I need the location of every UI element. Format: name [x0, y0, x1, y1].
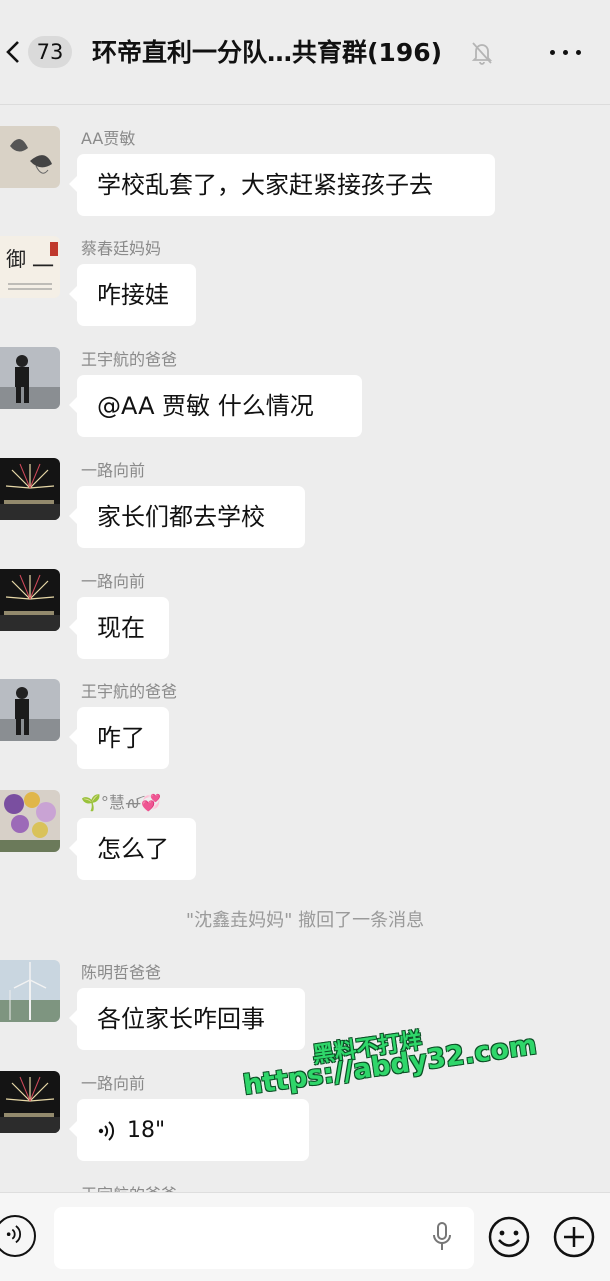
unread-count-badge[interactable]: 73 [28, 36, 72, 68]
sender-name: 蔡春廷妈妈 [81, 239, 162, 258]
recall-notice: "沈鑫垚妈妈" 撤回了一条消息 [185, 910, 425, 931]
sender-name: AA贾敏 [81, 129, 136, 148]
message-bubble[interactable]: 现在 [69, 597, 169, 659]
emoji-icon[interactable] [487, 1215, 531, 1259]
message-bubble[interactable]: 各位家长咋回事 [69, 988, 305, 1050]
sender-name: 王宇航的爸爸 [81, 682, 178, 701]
message-bubble[interactable]: @AA 贾敏 什么情况 [69, 375, 362, 437]
calligraphy-avatar[interactable]: 御一 [0, 236, 60, 298]
voice-toggle-icon[interactable] [0, 1215, 36, 1257]
add-attachment-icon[interactable] [552, 1215, 596, 1259]
input-bar [0, 1192, 610, 1281]
chat-title: 环帝直利一分队…共育群(196) [92, 38, 443, 67]
voice-wave-icon [98, 1121, 115, 1141]
fireworks-avatar[interactable] [0, 458, 60, 520]
more-options-icon[interactable] [544, 38, 588, 66]
message-bubble[interactable]: 怎么了 [69, 818, 196, 880]
sender-name: 一路向前 [81, 1074, 146, 1093]
sender-name: 陈明哲爸爸 [81, 963, 162, 982]
wind-turbine-avatar[interactable] [0, 960, 60, 1022]
person-snow-avatar[interactable] [0, 347, 60, 409]
chat-header: 73 环帝直利一分队…共育群(196) [0, 0, 610, 105]
mute-bell-icon [470, 40, 494, 66]
sender-name: 一路向前 [81, 572, 146, 591]
person-snow-avatar[interactable] [0, 679, 60, 741]
svg-text:一: 一 [32, 255, 54, 280]
fireworks-avatar[interactable] [0, 1071, 60, 1133]
butterfly-avatar[interactable] [0, 126, 60, 188]
svg-text:御: 御 [6, 247, 26, 271]
sender-name: 王宇航的爸爸 [81, 350, 178, 369]
sender-name: 🌱°慧ꫛ💞 [81, 793, 162, 812]
voice-message-bubble[interactable]: 18" [69, 1099, 309, 1161]
microphone-icon[interactable] [430, 1221, 454, 1253]
message-input[interactable] [54, 1207, 474, 1269]
voice-duration: 18" [127, 1118, 166, 1143]
message-bubble[interactable]: 咋了 [69, 707, 169, 769]
message-bubble[interactable]: 家长们都去学校 [69, 486, 305, 548]
message-bubble[interactable]: 学校乱套了，大家赶紧接孩子去 [69, 154, 495, 216]
back-arrow-icon[interactable] [2, 34, 26, 70]
flowers-avatar[interactable] [0, 790, 60, 852]
sender-name: 一路向前 [81, 461, 146, 480]
fireworks-avatar[interactable] [0, 569, 60, 631]
message-bubble[interactable]: 咋接娃 [69, 264, 196, 326]
